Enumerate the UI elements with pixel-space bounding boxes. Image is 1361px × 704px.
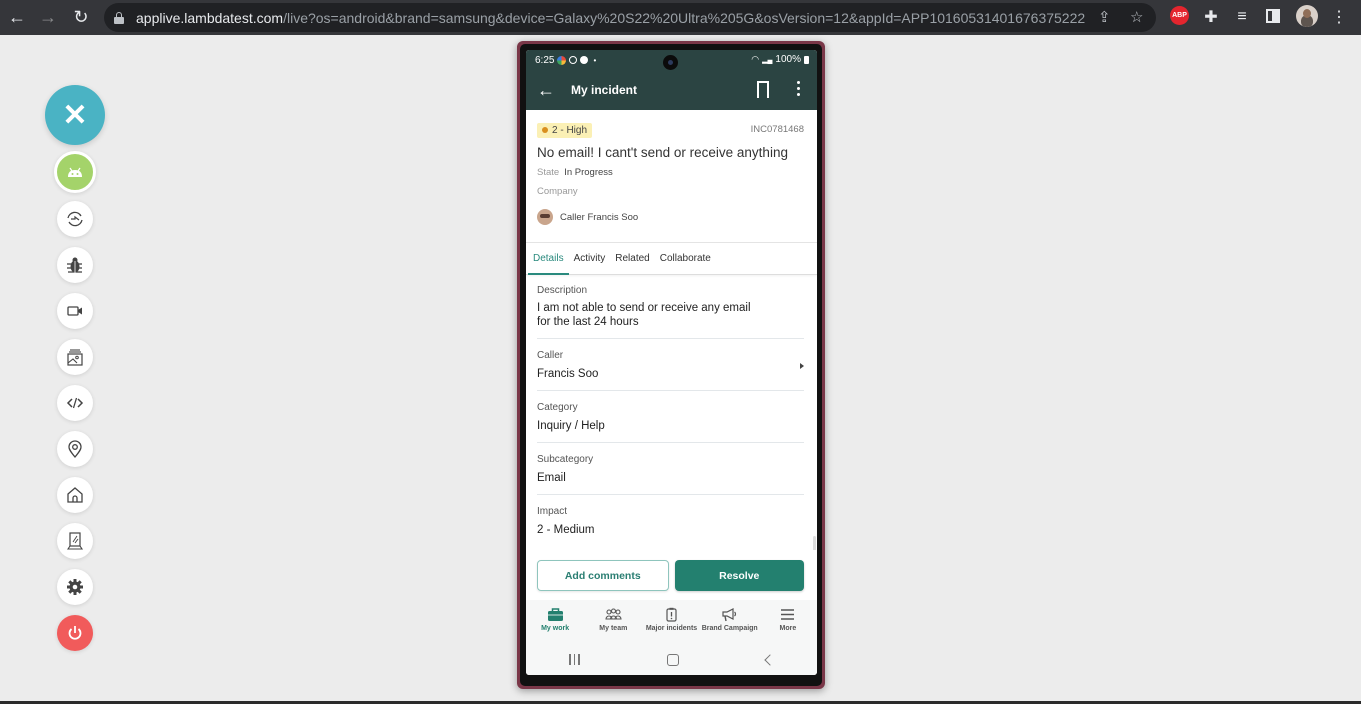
app-notification-icon <box>557 55 567 65</box>
media-queue-icon[interactable]: ≡ <box>1231 6 1253 28</box>
bug-icon <box>67 257 82 273</box>
incident-header: 2 - High INC0781468 No email! I cant't s… <box>526 110 817 243</box>
clipboard-alert-icon <box>666 607 677 622</box>
developer-tools-button[interactable] <box>57 385 93 421</box>
field-caller[interactable]: Caller Francis Soo <box>537 339 804 391</box>
app-bar: ← My incident <box>526 70 817 110</box>
adblock-plus-icon[interactable]: ABP <box>1170 6 1189 25</box>
switch-app-icon <box>67 211 83 227</box>
code-icon <box>66 397 84 409</box>
menu-icon <box>781 609 795 620</box>
gear-icon <box>67 579 83 595</box>
tab-collaborate[interactable]: Collaborate <box>655 243 716 274</box>
overflow-menu-icon[interactable] <box>797 81 801 96</box>
priority-badge: 2 - High <box>537 122 593 138</box>
field-subcategory: Subcategory Email <box>537 443 804 495</box>
sync-icon <box>569 56 578 64</box>
action-buttons: Add comments Resolve <box>526 550 817 600</box>
add-comments-button[interactable]: Add comments <box>537 560 669 591</box>
state-value: In Progress <box>564 167 613 178</box>
battery-icon <box>804 55 809 64</box>
resolve-button[interactable]: Resolve <box>674 560 804 591</box>
details-list: Description I am not able to send or rec… <box>526 275 817 546</box>
profile-avatar[interactable] <box>1296 5 1318 27</box>
more-notifications-dot: • <box>593 55 597 65</box>
incident-number: INC0781468 <box>750 124 804 135</box>
page-title: My incident <box>571 83 638 97</box>
close-icon: ✕ <box>62 98 88 132</box>
state-row: State In Progress <box>537 167 613 178</box>
bottom-navigation: My work My team Major incidents Brand Ca… <box>526 600 817 644</box>
status-time: 6:25 <box>535 54 555 66</box>
record-video-button[interactable] <box>57 293 93 329</box>
device-controls-button[interactable] <box>57 523 93 559</box>
browser-menu-icon[interactable]: ⋮ <box>1328 6 1350 28</box>
url-text[interactable]: applive.lambdatest.com/live?os=android&b… <box>136 10 1086 26</box>
caller-avatar <box>537 209 553 225</box>
switch-app-button[interactable] <box>57 201 93 237</box>
team-icon <box>605 608 622 620</box>
bookmark-star-icon[interactable]: ☆ <box>1130 8 1143 26</box>
status-bar: 6:25 • ◠ ▂▄ 100% <box>526 50 817 70</box>
image-gallery-icon <box>67 349 83 366</box>
caller-row[interactable]: Caller Francis Soo <box>537 209 805 225</box>
home-circle-icon[interactable] <box>666 653 679 666</box>
arrow-right-icon: → <box>39 6 57 27</box>
lock-icon <box>114 11 124 24</box>
megaphone-icon <box>722 608 737 622</box>
home-icon <box>67 487 83 503</box>
back-arrow-icon[interactable]: ← <box>526 80 566 101</box>
device-frame-icon <box>66 532 84 550</box>
reload-icon: ↻ <box>73 6 89 27</box>
bug-report-button[interactable] <box>57 247 93 283</box>
reload-button[interactable]: ↻ <box>66 2 96 32</box>
system-back-icon[interactable] <box>763 653 776 666</box>
field-impact: Impact 2 - Medium <box>537 506 595 536</box>
tab-activity[interactable]: Activity <box>569 243 611 274</box>
end-session-button[interactable] <box>57 615 93 651</box>
device-screen[interactable]: 6:25 • ◠ ▂▄ 100% ← My incident 2 - High … <box>526 50 817 675</box>
chevron-right-icon <box>800 363 804 369</box>
forward-button[interactable]: → <box>33 2 63 32</box>
share-icon[interactable]: ⇪ <box>1098 8 1111 26</box>
tab-related[interactable]: Related <box>610 243 654 274</box>
home-button[interactable] <box>57 477 93 513</box>
nav-brand-campaign[interactable]: Brand Campaign <box>701 600 759 644</box>
gallery-button[interactable] <box>57 339 93 375</box>
extensions-puzzle-icon[interactable]: ✚ <box>1200 6 1222 28</box>
browser-toolbar: ← → ↻ applive.lambdatest.com/live?os=and… <box>0 0 1361 35</box>
nav-more[interactable]: More <box>759 600 817 644</box>
incident-title: No email! I cant't send or receive anyth… <box>537 145 788 160</box>
arrow-left-icon: ← <box>8 6 26 27</box>
side-panel-icon[interactable] <box>1266 9 1280 23</box>
field-category: Category Inquiry / Help <box>537 391 804 443</box>
nav-my-team[interactable]: My team <box>584 600 642 644</box>
close-toolbar-button[interactable]: ✕ <box>45 85 105 145</box>
briefcase-icon <box>547 608 563 621</box>
battery-percent: 100% <box>775 54 801 65</box>
geolocation-button[interactable] <box>57 431 93 467</box>
recent-apps-icon[interactable] <box>569 654 580 665</box>
tab-details[interactable]: Details <box>528 243 569 275</box>
priority-dot-icon <box>542 127 548 133</box>
android-icon <box>68 167 82 177</box>
video-camera-icon <box>67 306 82 316</box>
wifi-icon: ◠ <box>751 54 760 64</box>
account-icon <box>580 56 589 64</box>
incident-tabs: Details Activity Related Collaborate <box>526 243 817 275</box>
front-camera <box>663 55 678 70</box>
address-bar[interactable]: applive.lambdatest.com/live?os=android&b… <box>104 3 1156 32</box>
android-button[interactable] <box>54 151 96 193</box>
location-pin-icon <box>68 440 82 459</box>
settings-button[interactable] <box>57 569 93 605</box>
back-button[interactable]: ← <box>2 2 32 32</box>
power-icon <box>68 626 82 640</box>
bookmark-icon[interactable] <box>757 81 769 104</box>
company-label: Company <box>537 186 578 197</box>
nav-major-incidents[interactable]: Major incidents <box>642 600 700 644</box>
signal-icon: ▂▄ <box>762 56 773 64</box>
system-navigation-bar <box>526 644 817 675</box>
field-description: Description I am not able to send or rec… <box>537 275 804 339</box>
nav-my-work[interactable]: My work <box>526 600 584 644</box>
